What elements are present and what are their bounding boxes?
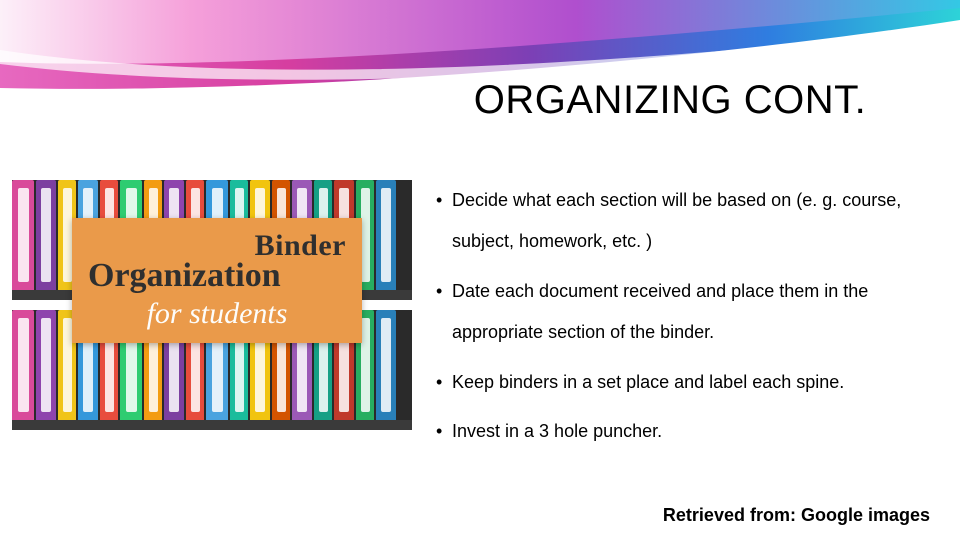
binder-spine (12, 180, 34, 290)
bullet-item: Invest in a 3 hole puncher. (436, 411, 940, 452)
binder-spine (36, 310, 56, 420)
bullet-item: Keep binders in a set place and label ea… (436, 362, 940, 403)
binder-organization-card: Binder Organization for students (72, 218, 362, 343)
binder-spine (36, 180, 56, 290)
content-area: Binder Organization for students Decide … (0, 180, 960, 460)
binder-illustration: Binder Organization for students (12, 180, 412, 440)
bullet-item: Date each document received and place th… (436, 271, 940, 354)
binder-spine (376, 310, 396, 420)
card-line-3: for students (88, 297, 346, 331)
binder-spine (12, 310, 34, 420)
binder-spine (376, 180, 396, 290)
attribution-text: Retrieved from: Google images (663, 505, 930, 526)
bullet-list: Decide what each section will be based o… (412, 180, 960, 460)
card-line-2: Organization (88, 257, 346, 295)
slide-title: ORGANIZING CONT. (400, 78, 940, 123)
bullet-item: Decide what each section will be based o… (436, 180, 940, 263)
